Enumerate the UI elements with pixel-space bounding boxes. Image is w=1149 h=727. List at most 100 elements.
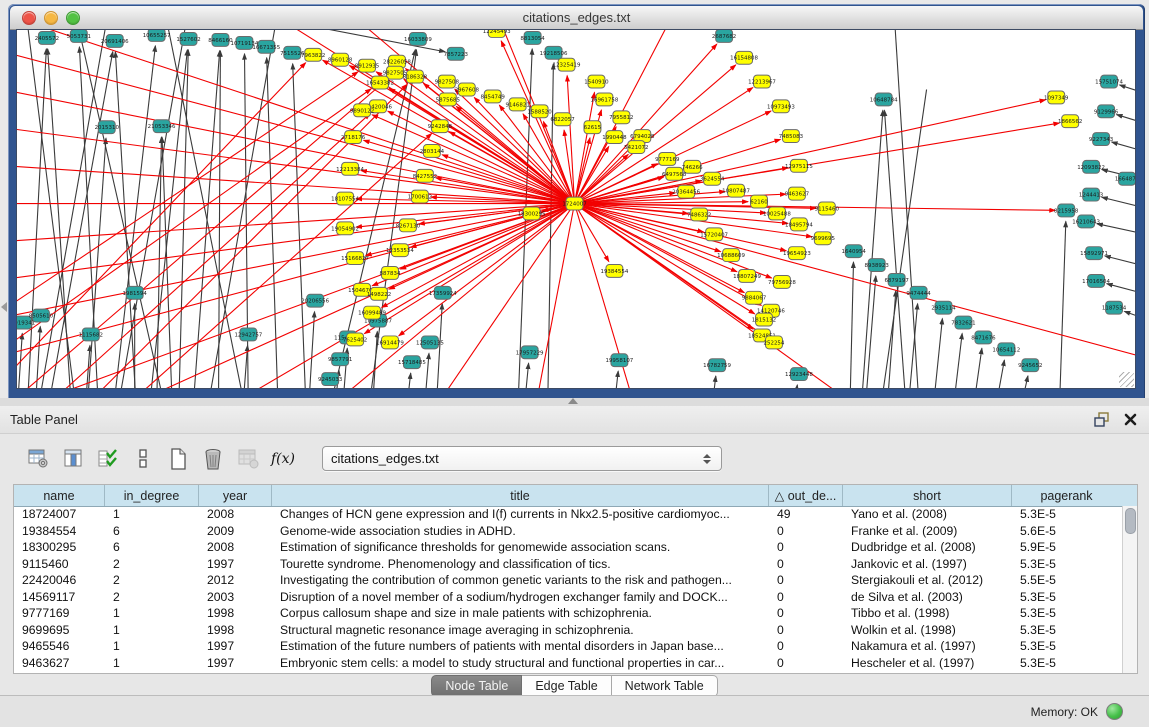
graph-node[interactable]: 9827508 — [435, 75, 460, 88]
column-header-year[interactable]: year — [199, 485, 272, 506]
table-row[interactable]: 1456911722003Disruption of a novel membe… — [14, 589, 1123, 606]
graph-node[interactable]: 5053731 — [67, 30, 91, 42]
graph-node[interactable]: 9129966 — [1094, 105, 1119, 118]
graph-node[interactable]: 16210643 — [1072, 215, 1100, 228]
table-row[interactable]: 1830029562008Estimation of significance … — [14, 539, 1123, 556]
graph-node[interactable]: 18807249 — [733, 269, 761, 282]
graph-node[interactable]: 887834 — [380, 267, 401, 280]
graph-node[interactable]: 2803144 — [420, 145, 445, 158]
divider-expand-icon[interactable] — [568, 398, 578, 404]
graph-node[interactable]: 19384554 — [600, 265, 628, 278]
graph-node[interactable]: 12942757 — [234, 328, 262, 341]
graph-node[interactable]: 6822057 — [550, 113, 574, 126]
graph-node[interactable]: 1640954 — [842, 245, 867, 258]
panel-collapse-handle-icon[interactable] — [1, 302, 7, 312]
tab-node-table[interactable]: Node Table — [431, 675, 522, 697]
graph-node[interactable]: 21053346 — [148, 120, 176, 133]
graph-node[interactable]: 7963822 — [301, 48, 325, 61]
graph-node[interactable]: 8505610 — [29, 309, 54, 322]
graph-node[interactable]: 16033809 — [404, 32, 432, 45]
table-settings-icon[interactable] — [26, 447, 50, 471]
table-selector-dropdown[interactable]: citations_edges.txt — [322, 446, 722, 471]
graph-node[interactable]: 9245033 — [318, 373, 343, 386]
table-row[interactable]: 911546021997Tourette syndrome. Phenomeno… — [14, 556, 1123, 573]
graph-node[interactable]: 12325419 — [553, 58, 581, 71]
resize-grip-icon[interactable] — [1119, 372, 1134, 387]
graph-node[interactable]: 12213384 — [336, 162, 364, 175]
graph-node[interactable]: 9115460 — [815, 202, 840, 215]
column-header-name[interactable]: name — [14, 485, 105, 506]
graph-node[interactable]: 15892971 — [1080, 247, 1108, 260]
table-row[interactable]: 946554611997Estimation of the future num… — [14, 638, 1123, 655]
graph-node[interactable]: 62615 — [584, 121, 601, 134]
graph-node[interactable]: 8912935 — [355, 59, 379, 72]
graph-node[interactable]: 1097349 — [1044, 91, 1069, 104]
graph-node[interactable]: 1540910 — [584, 75, 609, 88]
graph-node[interactable]: 20206556 — [301, 294, 329, 307]
graph-node[interactable]: 16782759 — [703, 359, 731, 372]
graph-node[interactable]: 18495794 — [785, 218, 813, 231]
table-row[interactable]: 969969511998Structural magnetic resonanc… — [14, 622, 1123, 639]
graph-node[interactable]: 10025488 — [763, 207, 791, 220]
merge-columns-icon[interactable] — [131, 447, 155, 471]
column-header-out_degree[interactable]: △ out_de... — [769, 485, 843, 506]
graph-node[interactable]: 10655257 — [143, 30, 171, 41]
graph-node[interactable]: 10654112 — [992, 343, 1020, 356]
graph-node[interactable]: 8454749 — [481, 90, 506, 103]
graph-node[interactable]: 1187534 — [1102, 301, 1127, 314]
tab-edge-table[interactable]: Edge Table — [522, 675, 611, 697]
delete-table-icon[interactable] — [201, 447, 225, 471]
graph-node[interactable]: 12975115 — [785, 159, 813, 172]
graph-node[interactable]: 15718485 — [398, 356, 426, 369]
graph-node[interactable]: 2015310 — [95, 121, 120, 134]
graph-node[interactable]: 17359924 — [429, 286, 457, 299]
scrollbar-thumb[interactable] — [1125, 508, 1136, 534]
float-panel-icon[interactable] — [1094, 412, 1110, 427]
graph-node[interactable]: 1664875 — [1115, 172, 1135, 185]
graph-node[interactable]: 19958107 — [605, 354, 633, 367]
graph-node[interactable]: 10688609 — [717, 249, 745, 262]
table-row[interactable]: 1872400712008Changes of HCN gene express… — [14, 506, 1123, 523]
graph-node[interactable]: 9884067 — [742, 291, 766, 304]
table-vertical-scrollbar[interactable] — [1122, 506, 1137, 673]
table-column-icon[interactable] — [61, 447, 85, 471]
graph-node[interactable]: 3624554 — [700, 172, 725, 185]
graph-node[interactable]: 8466160 — [208, 33, 233, 46]
column-header-title[interactable]: title — [272, 485, 769, 506]
graph-node[interactable]: 5875685 — [436, 93, 460, 106]
table-row[interactable]: 977716911998Corpus callosum shape and si… — [14, 605, 1123, 622]
graph-node[interactable]: 9890122 — [350, 104, 374, 117]
graph-node[interactable]: 9146821 — [505, 98, 529, 111]
split-pane-divider[interactable] — [0, 398, 1149, 406]
graph-node[interactable]: 16914479 — [376, 336, 404, 349]
column-header-pagerank[interactable]: pagerank — [1012, 485, 1121, 506]
network-window-titlebar[interactable]: citations_edges.txt — [10, 6, 1143, 30]
graph-node[interactable]: 2935114 — [931, 301, 956, 314]
graph-node[interactable]: 1866562 — [1058, 115, 1082, 128]
graph-node[interactable]: 20691406 — [101, 34, 129, 47]
graph-node[interactable]: 7485083 — [779, 130, 804, 143]
graph-node[interactable]: 10807487 — [722, 184, 750, 197]
graph-node[interactable]: 2967608 — [455, 83, 480, 96]
graph-node[interactable]: 7955812 — [609, 111, 633, 124]
graph-node[interactable]: 1724007 — [562, 197, 586, 210]
graph-node[interactable]: 1498222 — [367, 287, 391, 300]
graph-node[interactable]: 9699695 — [811, 232, 835, 245]
graph-node[interactable]: 1527602 — [176, 32, 200, 45]
column-header-short[interactable]: short — [843, 485, 1012, 506]
table-row[interactable]: 2242004622012Investigating the contribut… — [14, 572, 1123, 589]
graph-node[interactable]: 7857223 — [444, 47, 469, 60]
graph-node[interactable]: 8427552 — [413, 169, 437, 182]
graph-node[interactable]: 8471676 — [971, 331, 996, 344]
graph-node[interactable]: 8960128 — [328, 53, 353, 66]
graph-node[interactable]: 16154808 — [730, 51, 758, 64]
graph-node[interactable]: 9857791 — [328, 353, 352, 366]
graph-node[interactable]: 7486322 — [687, 208, 711, 221]
graph-node[interactable]: 8186328 — [403, 70, 428, 83]
graph-node[interactable]: 10973493 — [767, 100, 795, 113]
graph-node[interactable]: 9227343 — [1089, 133, 1114, 146]
graph-node[interactable]: 1990448 — [602, 131, 627, 144]
graph-node[interactable]: 6879197 — [884, 273, 908, 286]
graph-node[interactable]: 16961758 — [591, 93, 619, 106]
graph-node[interactable]: 12213967 — [748, 75, 776, 88]
